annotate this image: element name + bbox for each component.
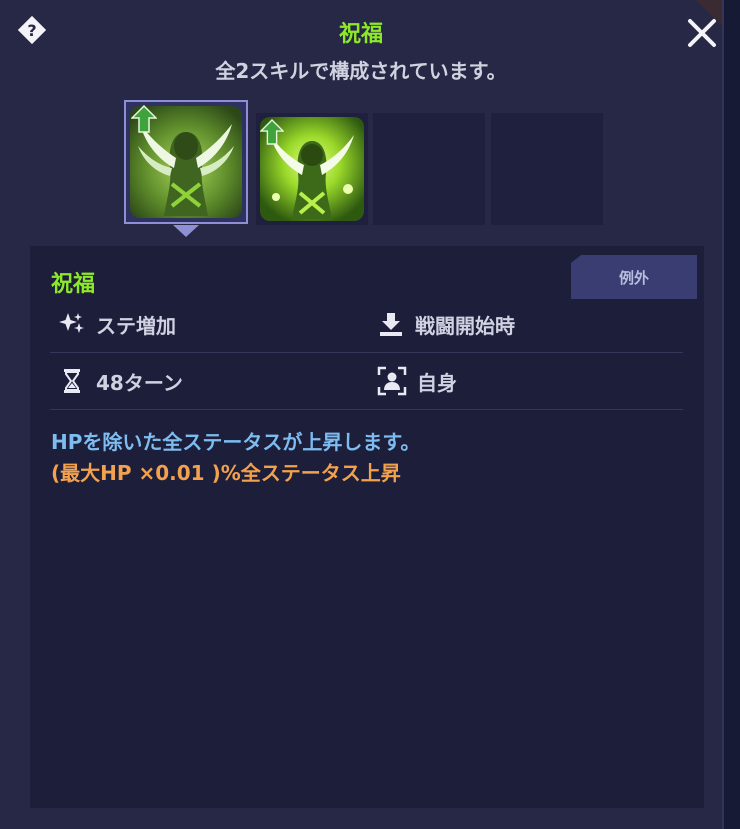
trigger-timing: 戦闘開始時: [377, 296, 515, 352]
selected-pointer: [173, 225, 199, 237]
skill-slot-1[interactable]: [124, 100, 248, 224]
page-title: 祝福: [338, 22, 383, 47]
target-label: 自身: [417, 370, 457, 395]
skill-formula: (最大HP ×0.01 )%全ステータス上昇: [51, 461, 401, 485]
skill-detail: 祝福 例外 ステ増加 戦闘開始時 48ターン 自身 HPを除いた全ステータスが上…: [30, 246, 704, 808]
duration: 48ターン: [58, 353, 183, 409]
skill-slot-4-empty: [491, 113, 603, 225]
upgrade-arrow-icon: [131, 105, 157, 133]
skill-slot-3-empty: [373, 113, 485, 225]
skill-attribute-row-1: ステ増加 戦闘開始時: [50, 296, 683, 353]
upgrade-arrow-icon: [260, 119, 284, 145]
trigger-timing-label: 戦闘開始時: [415, 313, 515, 338]
self-target-icon: [377, 366, 407, 396]
skill-slot-2[interactable]: [256, 113, 368, 225]
duration-label: 48ターン: [96, 370, 183, 395]
effect-type-label: ステ増加: [96, 313, 176, 338]
skill-info-panel: ? 祝福 全2スキルで構成されています。 祝福 例外 ステ増加 戦闘開始時 48…: [0, 0, 724, 829]
stat-sparkle-icon: [59, 313, 84, 333]
target: 自身: [377, 353, 457, 409]
skill-attribute-row-2: 48ターン 自身: [50, 353, 683, 410]
page-subtitle: 全2スキルで構成されています。: [215, 59, 507, 83]
download-tray-icon: [380, 313, 402, 336]
close-x-icon: [688, 19, 716, 47]
exception-tag: 例外: [571, 255, 697, 299]
close-button[interactable]: [686, 17, 718, 49]
hourglass-icon: [64, 369, 80, 393]
effect-type: ステ増加: [58, 296, 176, 352]
skill-description: HPを除いた全ステータスが上昇します。: [51, 430, 421, 454]
skill-name: 祝福: [51, 272, 96, 297]
